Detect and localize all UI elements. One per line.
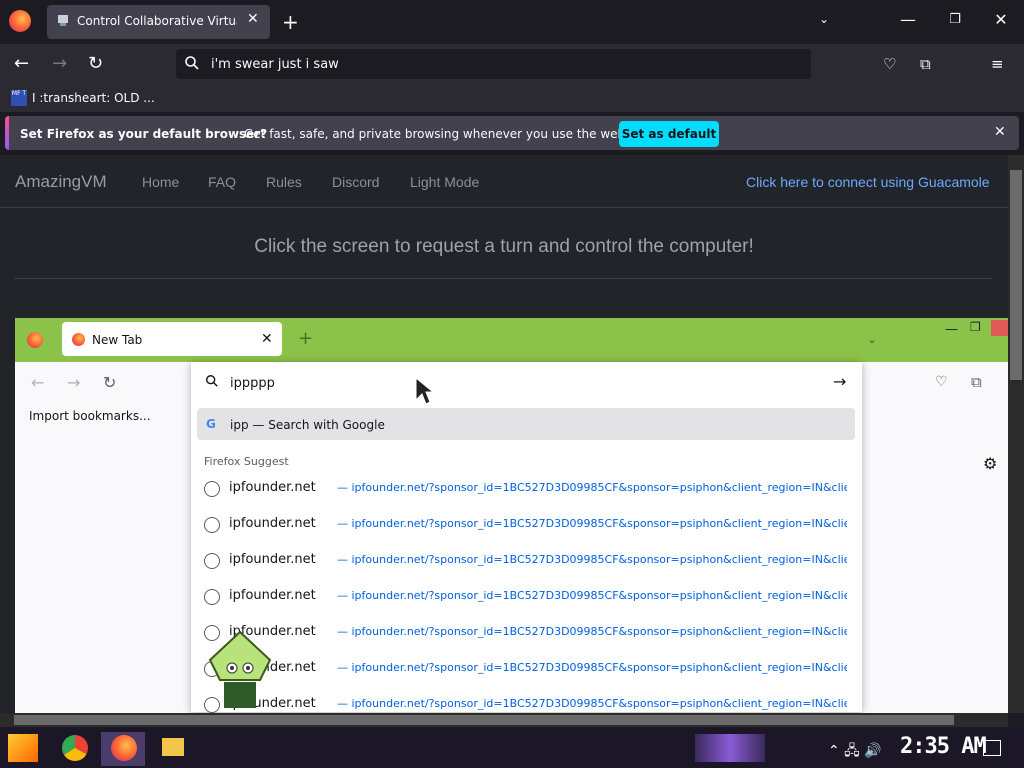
site-brand[interactable]: AmazingVM <box>15 172 107 192</box>
reload-icon[interactable]: ↻ <box>88 53 103 74</box>
vm-new-tab-icon[interactable]: + <box>298 328 313 349</box>
suggestion-title: ipfounder.net <box>229 588 316 603</box>
vm-close-window-icon[interactable] <box>991 320 1008 336</box>
new-tab-icon[interactable]: + <box>282 10 299 34</box>
firefox-logo-icon[interactable] <box>9 10 31 32</box>
vm-tab-title: New Tab <box>92 333 143 347</box>
suggestion-title: ipfounder.net <box>229 516 316 531</box>
notification-center-icon[interactable] <box>983 740 1001 756</box>
firefox-taskbar-icon[interactable] <box>111 735 137 761</box>
suggestion-url: — ipfounder.net/?sponsor_id=1BC527D3D099… <box>337 481 847 494</box>
nav-discord[interactable]: Discord <box>332 174 379 190</box>
tab-close-icon[interactable]: ✕ <box>247 11 259 27</box>
suggestion-url: — ipfounder.net/?sponsor_id=1BC527D3D099… <box>337 697 847 710</box>
suggestion-url: — ipfounder.net/?sponsor_id=1BC527D3D099… <box>337 589 847 602</box>
suggestion-title: ipfounder.net <box>229 480 316 495</box>
nav-light-mode[interactable]: Light Mode <box>410 174 479 190</box>
google-icon: G <box>206 417 216 431</box>
nav-faq[interactable]: FAQ <box>208 174 236 190</box>
vm-search-icon <box>206 375 218 387</box>
suggestion-row[interactable]: ipfounder.net — ipfounder.net/?sponsor_id… <box>204 550 854 574</box>
mouse-cursor-icon <box>415 376 434 405</box>
vm-import-bookmarks[interactable]: Import bookmarks... <box>29 409 151 423</box>
suggestion-row[interactable]: ipfounder.net — ipfounder.net/?sponsor_id… <box>204 586 854 610</box>
close-window-icon[interactable]: ✕ <box>986 10 1016 29</box>
system-tray-icons[interactable]: ⌃ 🖧 🔊 <box>828 740 882 764</box>
notification-title: Set Firefox as your default browser? <box>20 127 268 141</box>
suggestion-url: — ipfounder.net/?sponsor_id=1BC527D3D099… <box>337 625 847 638</box>
forward-icon[interactable]: → <box>52 53 67 74</box>
peridot-character-image <box>208 630 272 708</box>
vm-reload-icon[interactable]: ↻ <box>103 373 116 392</box>
suggestion-row[interactable]: ipfounder.net — ipfounder.net/?sponsor_id… <box>204 658 854 682</box>
set-default-button[interactable]: Set as default <box>619 121 719 147</box>
suggestion-title: ipfounder.net <box>229 552 316 567</box>
vm-tab-close-icon[interactable]: ✕ <box>261 331 273 347</box>
restore-icon[interactable]: ❐ <box>940 12 970 27</box>
minimize-icon[interactable]: — <box>893 10 923 29</box>
tab-favicon-icon <box>58 15 68 26</box>
vm-forward-icon[interactable]: → <box>67 373 80 392</box>
notification-text: Get fast, safe, and private browsing whe… <box>244 127 629 141</box>
suggestion-url: — ipfounder.net/?sponsor_id=1BC527D3D099… <box>337 661 847 674</box>
chrome-taskbar-icon[interactable] <box>62 735 88 761</box>
file-explorer-taskbar-icon[interactable] <box>162 738 184 756</box>
page-headline: Click the screen to request a turn and c… <box>254 236 754 257</box>
vm-minimize-icon[interactable]: — <box>945 322 958 337</box>
vm-tab-list-icon[interactable]: ⌄ <box>867 332 877 346</box>
vm-go-arrow-icon[interactable]: → <box>833 372 846 391</box>
vm-pocket-icon[interactable]: ♡ <box>935 374 948 390</box>
notification-accent <box>5 116 9 150</box>
globe-icon <box>204 553 220 569</box>
extensions-icon[interactable]: ⧉ <box>920 55 931 73</box>
vm-url-input[interactable]: ippppp <box>230 376 275 391</box>
tab-title: Control Collaborative Virtual Machines! <box>77 14 237 28</box>
list-all-tabs-icon[interactable]: ⌄ <box>819 12 829 26</box>
start-button-icon[interactable] <box>8 734 38 762</box>
suggestion-row[interactable]: ipfounder.net — ipfounder.net/?sponsor_id… <box>204 478 854 502</box>
suggestion-row[interactable]: ipfounder.net — ipfounder.net/?sponsor_id… <box>204 622 854 646</box>
divider <box>14 278 992 279</box>
nav-home[interactable]: Home <box>142 174 179 190</box>
notification-close-icon[interactable]: ✕ <box>994 124 1006 140</box>
suggestion-url: — ipfounder.net/?sponsor_id=1BC527D3D099… <box>337 553 847 566</box>
globe-icon <box>204 481 220 497</box>
vm-search-google-text: ipp — Search with Google <box>230 418 385 432</box>
globe-icon <box>204 589 220 605</box>
pocket-icon[interactable]: ♡ <box>883 55 896 73</box>
vm-screen[interactable]: New Tab ✕ + ⌄ — ❐ ← → ↻ Import bookmarks… <box>15 318 1008 713</box>
vm-firefox-logo-icon[interactable] <box>27 332 43 348</box>
taskbar-clock[interactable]: 2:35 AM <box>900 734 987 759</box>
bookmark-item[interactable]: I :transheart: OLD ... <box>32 91 155 105</box>
back-icon[interactable]: ← <box>14 53 29 74</box>
vm-extensions-icon[interactable]: ⧉ <box>971 373 982 391</box>
suggestion-row[interactable]: ipfounder.net — ipfounder.net/?sponsor_id… <box>204 694 854 713</box>
vm-settings-gear-icon[interactable]: ⚙ <box>983 454 997 473</box>
vertical-scrollbar-thumb[interactable] <box>1010 170 1022 380</box>
horizontal-scrollbar-thumb[interactable] <box>14 715 954 725</box>
menu-icon[interactable]: ≡ <box>991 55 1004 73</box>
vm-restore-icon[interactable]: ❐ <box>970 320 981 334</box>
nav-rules[interactable]: Rules <box>266 174 302 190</box>
guacamole-link[interactable]: Click here to connect using Guacamole <box>746 174 990 190</box>
search-icon <box>185 56 199 70</box>
url-text[interactable]: i'm swear just i saw <box>211 57 339 72</box>
bookmark-favicon-icon: MF T <box>11 90 27 106</box>
taskbar-decoration <box>695 734 765 762</box>
suggestion-row[interactable]: ipfounder.net — ipfounder.net/?sponsor_id… <box>204 514 854 538</box>
vm-back-icon[interactable]: ← <box>31 373 44 392</box>
suggestion-url: — ipfounder.net/?sponsor_id=1BC527D3D099… <box>337 517 847 530</box>
vm-suggest-heading: Firefox Suggest <box>204 455 289 468</box>
globe-icon <box>204 517 220 533</box>
vm-tab-favicon-icon <box>72 333 85 346</box>
